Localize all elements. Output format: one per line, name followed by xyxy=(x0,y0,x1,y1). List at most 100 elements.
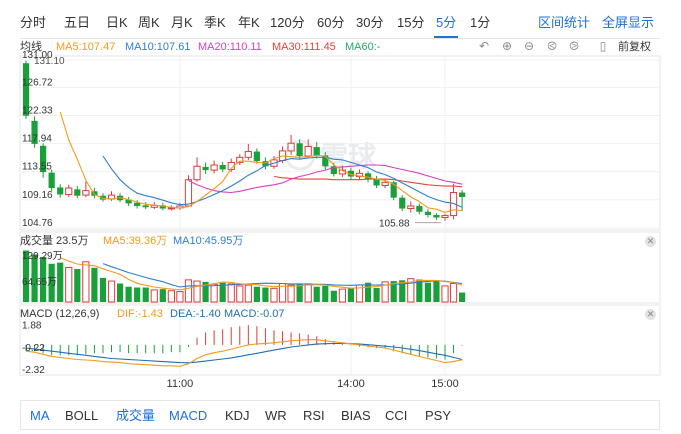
indicator-macd[interactable]: MACD xyxy=(169,409,207,423)
volume-bar-down xyxy=(125,286,132,302)
price-tick-label: 104.76 xyxy=(22,218,53,229)
volume-bar-up xyxy=(449,282,458,303)
volume-bar-up xyxy=(338,288,346,303)
volume-bar-up xyxy=(287,284,295,303)
volume-bar-down xyxy=(313,286,320,302)
volume-bar-up xyxy=(236,285,244,303)
volume-bar-down xyxy=(91,267,98,302)
volume-bar-up xyxy=(244,284,252,303)
volume-bar-down xyxy=(159,289,166,302)
candle-body-down xyxy=(399,197,406,209)
volume-bar-down xyxy=(459,292,466,302)
macd-pane xyxy=(25,325,463,367)
volume-bar-up xyxy=(184,279,193,303)
time-tick-label: 14:00 xyxy=(337,378,365,390)
volume-bar-up xyxy=(82,261,90,303)
dif-line xyxy=(25,339,463,367)
price-pane xyxy=(22,60,466,221)
candle-body-up xyxy=(441,215,449,219)
candle-body-down xyxy=(202,166,209,171)
indicator-bias[interactable]: BIAS xyxy=(341,409,371,423)
price-tick-label: 126.72 xyxy=(22,77,53,88)
candle-body-down xyxy=(57,187,64,195)
volume-bar-up xyxy=(304,283,312,303)
price-tick-label: 117.94 xyxy=(22,134,52,145)
stock-chart-app: 分时 五日 日K 周K 月K 季K 年K 120分 60分 30分 15分 5分… xyxy=(0,0,681,434)
volume-bar-down xyxy=(99,277,107,302)
macd-close-icon[interactable]: ✕ xyxy=(645,309,656,320)
macd-tick-label: -0.22 xyxy=(22,343,45,354)
price-tick-label: 113.55 xyxy=(22,162,52,173)
candle-body-down xyxy=(459,192,466,198)
volume-bar-down xyxy=(134,287,141,302)
candle-body-up xyxy=(65,187,73,195)
candle-body-up xyxy=(381,181,389,186)
candle-body-down xyxy=(296,143,303,157)
candle-body-up xyxy=(287,142,295,152)
indicator-rsi[interactable]: RSI xyxy=(303,409,325,423)
macd-tick-label: 1.88 xyxy=(22,320,42,331)
volume-pane xyxy=(22,250,466,303)
candle-body-down xyxy=(134,202,141,206)
volume-bar-down xyxy=(296,284,303,302)
volume-bar-down xyxy=(424,282,431,302)
volume-ma5-label: MA5:39.36万 xyxy=(103,235,168,247)
candle-body-up xyxy=(193,165,201,181)
time-tick-label: 15:00 xyxy=(431,378,459,390)
volume-tick-label: 64.65万 xyxy=(22,277,57,288)
candle-body-up xyxy=(407,205,415,210)
candle-body-down xyxy=(142,205,149,208)
volume-bar-down xyxy=(116,283,124,302)
low-price-label: 105.88 xyxy=(379,219,410,230)
dif-label: DIF:-1.43 xyxy=(117,308,163,320)
volume-bar-up xyxy=(167,290,175,303)
volume-bar-up xyxy=(176,291,184,303)
indicator-kdj[interactable]: KDJ xyxy=(225,409,250,423)
volume-bar-up xyxy=(227,283,235,303)
dea-label: DEA:-1.40 xyxy=(170,308,221,320)
macd-tick-label: -2.32 xyxy=(22,365,45,376)
volume-label: 成交量 23.5万 xyxy=(20,235,89,247)
volume-bar-up xyxy=(210,283,218,303)
volume-bar-down xyxy=(373,287,380,302)
volume-bar-up xyxy=(193,280,201,303)
indicator-ma[interactable]: MA xyxy=(30,409,50,423)
volume-bar-down xyxy=(74,269,81,302)
candle-body-down xyxy=(373,179,380,186)
axis-labels: 131.00126.72122.33117.94113.55109.16104.… xyxy=(22,50,459,390)
indicator-cci[interactable]: CCI xyxy=(385,409,407,423)
indicator-psy[interactable]: PSY xyxy=(425,409,451,423)
candle-body-down xyxy=(424,211,431,215)
volume-bar-down xyxy=(57,262,64,302)
high-price-label: 131.10 xyxy=(34,56,65,67)
pane-border-2 xyxy=(19,304,661,376)
candle-body-up xyxy=(244,151,252,158)
candle-body-up xyxy=(82,190,90,196)
volume-bar-up xyxy=(150,289,158,303)
candle-body-up xyxy=(210,164,218,171)
volume-bar-down xyxy=(322,285,329,302)
candle-body-up xyxy=(184,179,193,207)
volume-ma10-line xyxy=(102,263,463,288)
price-tick-label: 109.16 xyxy=(22,190,53,201)
chart-grid xyxy=(19,55,661,376)
candle-body-down xyxy=(74,189,81,196)
volume-bar-down xyxy=(347,288,355,302)
volume-bar-up xyxy=(65,266,73,303)
candle-body-down xyxy=(253,151,260,162)
candle-body-down xyxy=(48,172,55,189)
macd-value-label: MACD:-0.07 xyxy=(224,308,285,320)
indicator-bar: MA BOLL 成交量 MACD KDJ WR RSI BIAS CCI PSY xyxy=(20,400,660,430)
time-tick-label: 11:00 xyxy=(167,378,194,390)
indicator-volume[interactable]: 成交量 xyxy=(116,409,155,423)
indicator-wr[interactable]: WR xyxy=(265,409,287,423)
volume-tick-label: 129.29万 xyxy=(22,251,63,262)
price-tick-label: 122.33 xyxy=(22,106,53,117)
candle-body-down xyxy=(313,147,320,156)
volume-bar-up xyxy=(107,280,116,303)
volume-bar-down xyxy=(433,281,440,302)
volume-close-icon[interactable]: ✕ xyxy=(645,236,656,247)
indicator-boll[interactable]: BOLL xyxy=(65,409,98,423)
volume-bar-up xyxy=(270,287,278,303)
volume-bar-down xyxy=(253,286,260,302)
